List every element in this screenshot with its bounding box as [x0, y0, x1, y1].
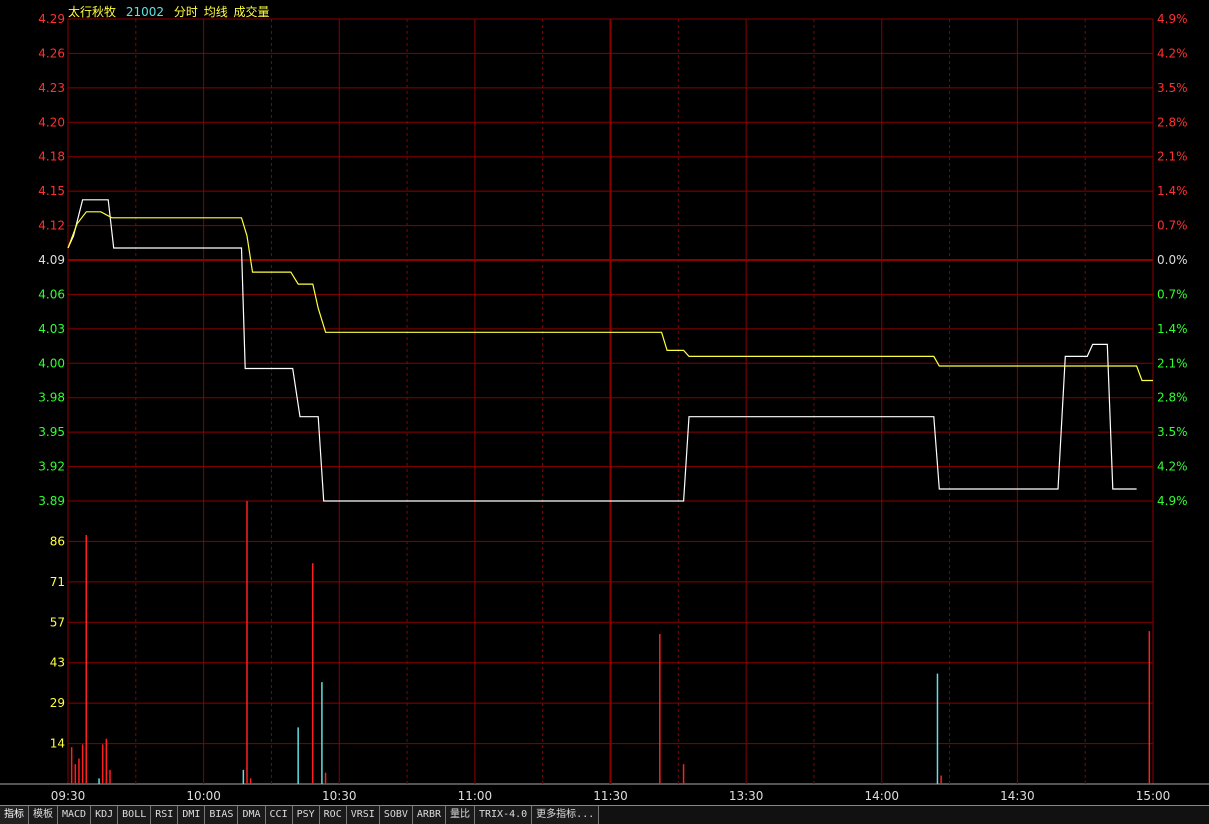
pct-tick-label: 2.8% [1157, 391, 1188, 405]
indicator-tabs: 指标 模板 MACD KDJ BOLL RSI DMI BIAS DMA CCI PSY ROC VRS… [0, 805, 1209, 824]
pct-tick-label: 0.7% [1157, 219, 1188, 233]
price-tick-label: 4.18 [38, 150, 65, 164]
indicator-tab[interactable]: RSI [151, 806, 179, 824]
volume-tick-label: 57 [50, 615, 65, 629]
indicator-tab[interactable]: ARBR [412, 806, 446, 824]
pct-tick-label: 2.1% [1157, 150, 1188, 164]
indicator-tab[interactable]: TRIX-4.0 [475, 806, 533, 824]
pct-tick-label: 3.5% [1157, 81, 1188, 95]
price-tick-label: 3.92 [38, 460, 65, 474]
price-tick-label: 3.95 [38, 425, 65, 439]
volume-tick-label: 43 [50, 656, 65, 670]
indicator-tab[interactable]: DMA [238, 806, 266, 824]
indicator-tab[interactable]: 量比 [446, 806, 475, 824]
time-tick-label: 11:00 [458, 789, 493, 803]
pct-tick-label: 4.9% [1157, 12, 1188, 26]
indicator-tab[interactable]: 指标 [0, 806, 29, 824]
indicator-tab[interactable]: MACD [58, 806, 92, 824]
time-tick-label: 15:00 [1136, 789, 1171, 803]
pct-tick-label: 1.4% [1157, 322, 1188, 336]
pct-tick-label: 4.2% [1157, 46, 1188, 60]
price-tick-label: 4.00 [38, 356, 65, 370]
price-line [67, 199, 1137, 502]
volume-tick-label: 29 [50, 696, 65, 710]
pct-tick-label: 2.8% [1157, 115, 1188, 129]
time-tick-label: 10:30 [322, 789, 357, 803]
time-tick-label: 11:30 [593, 789, 628, 803]
time-tick-label: 13:30 [729, 789, 764, 803]
time-tick-label: 14:30 [1000, 789, 1035, 803]
indicator-tab[interactable]: CCI [265, 806, 293, 824]
volume-tick-label: 14 [50, 737, 65, 751]
indicator-tab[interactable]: DMI [178, 806, 206, 824]
indicator-tab[interactable]: VRSI [346, 806, 380, 824]
price-tick-label: 4.06 [38, 287, 65, 301]
indicator-tab[interactable]: BIAS [205, 806, 239, 824]
header-item-volume: 成交量 [233, 5, 270, 19]
intraday-chart[interactable]: 4.29 4.9% 4.26 4.2% 4.23 3.5% 4.20 2.8% 4.18 2.1%… [0, 0, 1209, 805]
pct-tick-label: 0.0% [1157, 253, 1188, 267]
price-tick-label: 4.23 [38, 81, 65, 95]
time-tick-label: 14:00 [864, 789, 899, 803]
chart-header: 太行秋牧 21002 分时 均线 成交量 [68, 3, 276, 20]
pct-tick-label: 0.7% [1157, 287, 1188, 301]
indicator-tab[interactable]: 更多指标... [532, 806, 600, 824]
indicator-tab[interactable]: ROC [319, 806, 347, 824]
indicator-tab[interactable]: BOLL [118, 806, 152, 824]
price-tick-label: 4.26 [38, 46, 65, 60]
stock-code: 21002 [125, 5, 165, 19]
price-tick-label: 4.12 [38, 219, 65, 233]
price-tick-label: 4.03 [38, 322, 65, 336]
price-tick-label: 4.29 [38, 12, 65, 26]
indicator-tab[interactable]: SOBV [379, 806, 413, 824]
indicator-tab[interactable]: PSY [292, 806, 320, 824]
indicator-tab[interactable]: 模板 [29, 806, 58, 824]
price-tick-label: 4.15 [38, 184, 65, 198]
header-item-avg: 均线 [203, 5, 228, 19]
price-tick-label: 3.98 [38, 391, 65, 405]
pct-tick-label: 4.2% [1157, 460, 1188, 474]
pct-tick-label: 3.5% [1157, 425, 1188, 439]
stock-name: 太行秋牧 [68, 5, 117, 19]
indicator-tab[interactable]: KDJ [91, 806, 119, 824]
pct-tick-label: 4.9% [1157, 494, 1188, 508]
price-tick-label: 4.20 [38, 115, 65, 129]
price-tick-label: 4.09 [38, 253, 65, 267]
time-tick-label: 09:30 [51, 789, 86, 803]
pct-tick-label: 1.4% [1157, 184, 1188, 198]
pct-tick-label: 2.1% [1157, 356, 1188, 370]
header-item-timeshare: 分时 [173, 5, 198, 19]
time-tick-label: 10:00 [186, 789, 221, 803]
volume-tick-label: 86 [50, 534, 65, 548]
volume-tick-label: 71 [50, 575, 65, 589]
price-tick-label: 3.89 [38, 494, 65, 508]
